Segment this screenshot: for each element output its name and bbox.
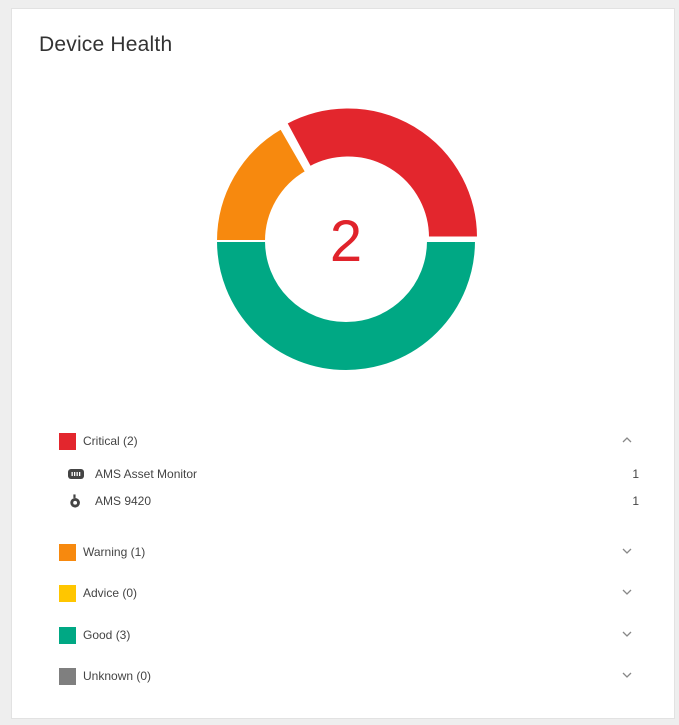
legend-item-unknown[interactable]: Unknown (0) bbox=[59, 664, 649, 688]
critical-swatch bbox=[59, 432, 76, 450]
legend-label-good: Good (3) bbox=[83, 628, 131, 642]
device-count: 1 bbox=[632, 494, 639, 508]
donut-center-value: 2 bbox=[329, 209, 363, 274]
device-count: 1 bbox=[632, 467, 639, 481]
chevron-down-icon[interactable] bbox=[619, 626, 635, 642]
unknown-swatch bbox=[59, 667, 76, 685]
chevron-up-icon[interactable] bbox=[619, 432, 635, 448]
legend-label-critical: Critical (2) bbox=[83, 434, 138, 448]
legend-label-advice: Advice (0) bbox=[83, 586, 138, 600]
chevron-down-icon[interactable] bbox=[619, 667, 635, 683]
ams-9420-icon bbox=[70, 494, 80, 508]
warning-swatch bbox=[59, 543, 76, 561]
donut-slice-warning[interactable] bbox=[214, 127, 308, 242]
legend-label-warning: Warning (1) bbox=[83, 545, 146, 559]
device-row-ams-asset-monitor[interactable]: AMS Asset Monitor 1 bbox=[67, 463, 639, 485]
legend-item-good[interactable]: Good (3) bbox=[59, 623, 649, 647]
device-label: AMS Asset Monitor bbox=[95, 467, 198, 481]
device-health-card: Device Health 2 Critical (2) AMS Asset M… bbox=[11, 8, 675, 719]
device-health-donut-chart: 2 bbox=[12, 9, 676, 409]
device-label: AMS 9420 bbox=[95, 494, 152, 508]
legend-item-warning[interactable]: Warning (1) bbox=[59, 540, 649, 564]
legend-item-critical[interactable]: Critical (2) bbox=[59, 429, 649, 453]
chevron-down-icon[interactable] bbox=[619, 543, 635, 559]
legend-item-advice[interactable]: Advice (0) bbox=[59, 581, 649, 605]
device-row-ams-9420[interactable]: AMS 9420 1 bbox=[67, 490, 639, 512]
chevron-down-icon[interactable] bbox=[619, 584, 635, 600]
legend-label-unknown: Unknown (0) bbox=[83, 669, 152, 683]
good-swatch bbox=[59, 626, 76, 644]
advice-swatch bbox=[59, 584, 76, 602]
asset-monitor-icon bbox=[68, 469, 84, 479]
